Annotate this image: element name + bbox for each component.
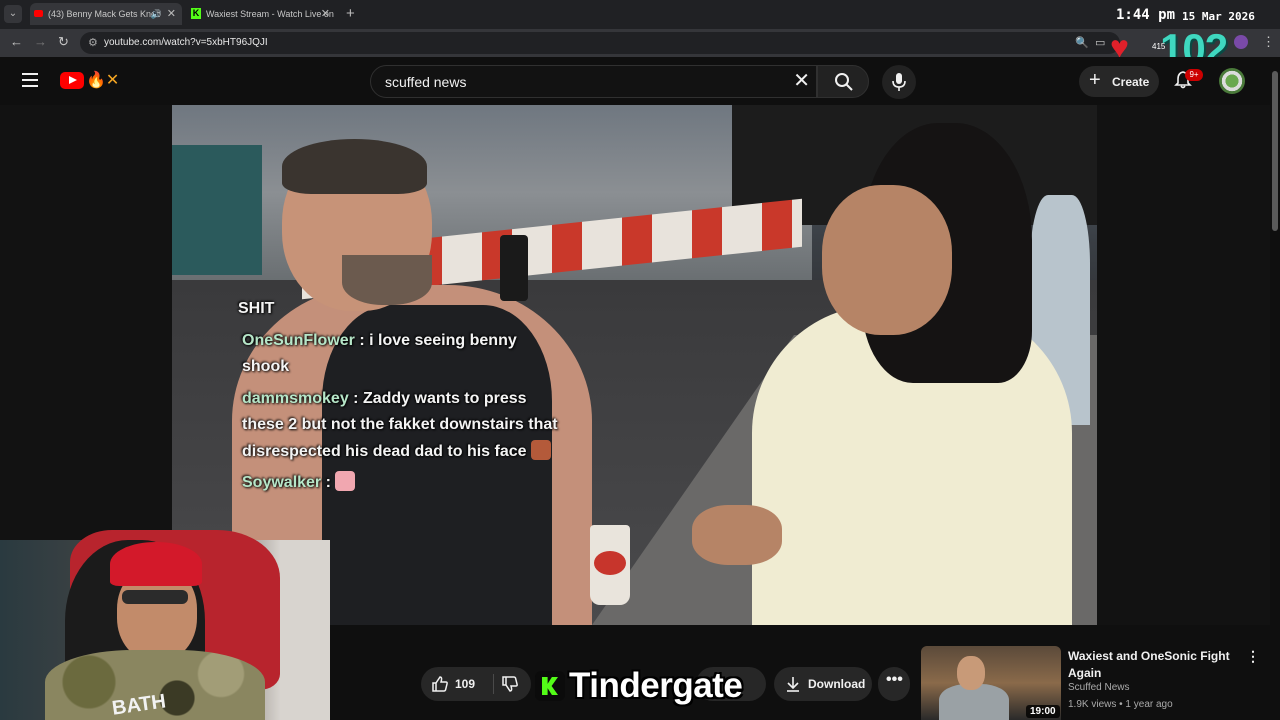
youtube-masthead: 🔥✕ scuffed news ✕ + Create 9+ xyxy=(0,57,1280,105)
video-man-right-head xyxy=(822,185,952,335)
more-horizontal-icon: ••• xyxy=(886,671,903,688)
download-icon xyxy=(787,677,799,692)
video-cup-logo xyxy=(594,551,626,575)
chat-emote-icon xyxy=(530,439,551,460)
recommended-meta: 1.9K views • 1 year ago xyxy=(1068,699,1173,710)
close-tab-icon[interactable]: ✕ xyxy=(167,3,176,25)
chat-username: OneSunFlower xyxy=(242,331,355,349)
url-text[interactable]: youtube.com/watch?v=5xbHT96JQJI xyxy=(104,37,268,48)
youtube-favicon-icon xyxy=(34,10,43,17)
chat-message: Soywalker : xyxy=(238,470,558,497)
page-background-right xyxy=(1097,105,1270,625)
recommended-video[interactable]: 19:00 Waxiest and OneSonic Fight Again S… xyxy=(921,646,1261,720)
account-avatar[interactable] xyxy=(1219,68,1245,94)
tab-kick[interactable]: K Waxiest Stream - Watch Live on ✕ xyxy=(186,3,336,25)
forward-arrow-icon[interactable]: → xyxy=(34,34,47,49)
thumbnail-person-face xyxy=(957,656,985,690)
new-tab-button[interactable]: + xyxy=(346,5,355,22)
tab-youtube[interactable]: (43) Benny Mack Gets Knoc 🔊 ✕ xyxy=(30,3,182,25)
notification-badge: 9+ xyxy=(1185,69,1203,81)
scrollbar-thumb[interactable] xyxy=(1272,71,1278,231)
webcam-red-cap xyxy=(110,542,202,586)
chat-message: OneSunFlower : i love seeing benny shook xyxy=(238,328,558,381)
chat-text: SHIT xyxy=(238,300,275,317)
video-duration-badge: 19:00 xyxy=(1026,705,1060,718)
like-dislike-group: 109 xyxy=(421,667,531,701)
clear-search-icon[interactable]: ✕ xyxy=(793,70,810,92)
download-label: Download xyxy=(808,677,866,691)
streamer-webcam: BATH xyxy=(0,510,330,720)
search-icon xyxy=(835,73,853,91)
page-scrollbar[interactable] xyxy=(1270,57,1280,720)
site-info-icon[interactable]: ⚙ xyxy=(88,36,98,49)
stream-title-overlay: Tindergate xyxy=(569,666,743,705)
browser-toolbar: ← → ↻ ⚙ youtube.com/watch?v=5xbHT96JQJI … xyxy=(0,29,1280,57)
chat-username: Soywalker xyxy=(242,474,322,491)
recommended-thumbnail[interactable]: 19:00 xyxy=(921,646,1061,720)
stream-chat-overlay: SHIT OneSunFlower : i love seeing benny … xyxy=(238,296,558,502)
chat-emote-icon xyxy=(335,471,356,491)
tab-search-button[interactable]: ⌄ xyxy=(4,5,22,23)
webcam-sunglasses xyxy=(122,590,188,604)
recommended-title[interactable]: Waxiest and OneSonic Fight Again xyxy=(1068,648,1238,682)
reload-icon[interactable]: ↻ xyxy=(58,34,69,50)
recommended-channel[interactable]: Scuffed News xyxy=(1068,682,1130,693)
thumbs-up-icon[interactable] xyxy=(431,675,449,693)
video-man-left-hair xyxy=(282,139,427,194)
chat-text: : xyxy=(325,474,331,491)
plus-icon: + xyxy=(1089,69,1101,91)
tab-title: Waxiest Stream - Watch Live on xyxy=(206,9,334,19)
speaker-icon[interactable]: 🔊 xyxy=(151,3,162,25)
search-button[interactable] xyxy=(817,65,869,98)
video-man-right-hand xyxy=(692,505,782,565)
back-arrow-icon[interactable]: ← xyxy=(10,34,23,49)
menu-icon[interactable] xyxy=(22,73,38,87)
kick-favicon-icon: K xyxy=(191,8,201,19)
kick-logo-icon xyxy=(535,671,565,701)
browser-tab-strip: ⌄ (43) Benny Mack Gets Knoc 🔊 ✕ K Waxies… xyxy=(0,0,1280,29)
chat-message: dammsmokey : Zaddy wants to press these … xyxy=(238,386,558,466)
extension-icon[interactable] xyxy=(1234,35,1248,49)
download-button[interactable]: Download xyxy=(774,667,872,701)
like-count[interactable]: 109 xyxy=(455,677,475,691)
address-bar[interactable]: ⚙ youtube.com/watch?v=5xbHT96JQJI 🔍 ▭ xyxy=(80,32,1120,54)
create-button[interactable]: + Create xyxy=(1079,66,1159,97)
voice-search-button[interactable] xyxy=(882,65,916,99)
more-actions-button[interactable]: ••• xyxy=(878,667,910,701)
recommended-menu-icon[interactable]: ⋮ xyxy=(1246,648,1260,665)
chat-username: dammsmokey xyxy=(242,389,349,407)
video-wall xyxy=(172,145,262,275)
youtube-doodle-icon[interactable]: 🔥✕ xyxy=(86,70,119,90)
cast-icon[interactable]: ▭ xyxy=(1095,36,1105,49)
create-label: Create xyxy=(1112,75,1150,89)
like-divider xyxy=(493,674,494,694)
thumbs-down-icon[interactable] xyxy=(501,675,519,693)
video-phone-gimbal xyxy=(500,235,528,301)
browser-menu-icon[interactable]: ⋮ xyxy=(1262,34,1275,50)
youtube-logo-icon[interactable] xyxy=(60,72,84,89)
search-input[interactable]: scuffed news ✕ xyxy=(370,65,817,98)
clock-time: 1:44 pm xyxy=(1116,7,1176,23)
chat-message: SHIT xyxy=(238,296,558,323)
clock-date: 15 Mar 2026 xyxy=(1182,10,1255,23)
search-value[interactable]: scuffed news xyxy=(385,74,466,90)
microphone-icon xyxy=(892,73,906,91)
zoom-icon[interactable]: 🔍 xyxy=(1075,36,1089,49)
tab-title: (43) Benny Mack Gets Knoc xyxy=(48,9,161,19)
close-tab-icon[interactable]: ✕ xyxy=(321,3,330,25)
